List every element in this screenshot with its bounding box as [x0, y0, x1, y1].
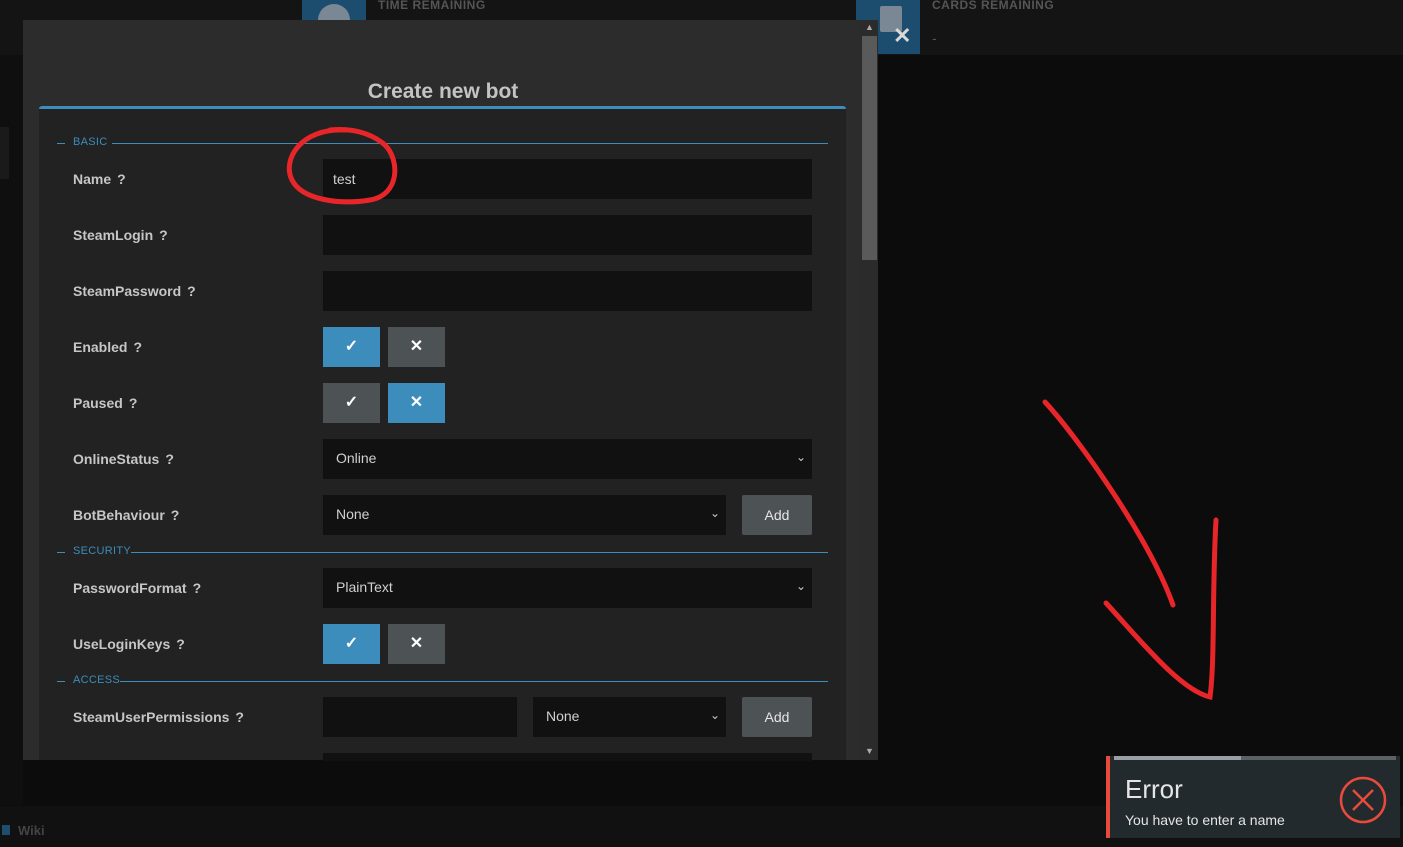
use-login-keys-label: UseLoginKeys? [73, 636, 185, 652]
bot-behaviour-label: BotBehaviour? [73, 507, 179, 523]
name-input[interactable] [323, 159, 812, 199]
steam-login-label: SteamLogin? [73, 227, 168, 243]
section-line [131, 552, 828, 553]
password-format-label-text: PasswordFormat [73, 580, 187, 596]
help-icon[interactable]: ? [193, 580, 202, 596]
use-login-keys-true-toggle[interactable]: ✓ [323, 624, 380, 664]
annotation-arrow-shaft [1042, 399, 1176, 608]
toast-progress-track [1241, 756, 1396, 760]
stat-cards-remaining: CARDS REMAINING - [856, 0, 1396, 54]
password-format-label: PasswordFormat? [73, 580, 201, 596]
next-field-input[interactable] [323, 753, 812, 761]
steam-user-permissions-label: SteamUserPermissions? [73, 709, 244, 725]
modal-title: Create new bot [367, 80, 519, 103]
use-login-keys-false-toggle[interactable]: ✕ [388, 624, 445, 664]
paused-label: Paused? [73, 395, 137, 411]
online-status-value: Online [336, 450, 377, 466]
scroll-down-icon[interactable]: ▼ [865, 746, 874, 756]
section-dash [57, 681, 65, 682]
section-dash [57, 143, 65, 144]
toast-message: You have to enter a name [1125, 812, 1285, 828]
section-access: ACCESS [57, 674, 828, 688]
section-title: ACCESS [73, 674, 121, 686]
scroll-thumb[interactable] [862, 36, 877, 260]
steam-user-permissions-value: None [546, 708, 580, 724]
steam-user-permissions-input[interactable] [323, 697, 517, 737]
section-line [120, 681, 828, 682]
help-icon[interactable]: ? [159, 227, 168, 243]
password-format-select[interactable]: PlainText ⌄ [323, 568, 812, 608]
chevron-down-icon: ⌄ [709, 506, 720, 520]
help-icon[interactable]: ? [165, 451, 174, 467]
paused-label-text: Paused [73, 395, 123, 411]
modal-scrollbar[interactable]: ▲ ▼ [861, 20, 878, 760]
error-toast[interactable]: Error You have to enter a name [1106, 756, 1400, 838]
background-left-panel [0, 55, 23, 805]
bot-behaviour-select[interactable]: None ⌄ [323, 495, 726, 535]
scroll-up-icon[interactable]: ▲ [865, 22, 874, 32]
chevron-down-icon: ⌄ [795, 450, 806, 464]
toast-title: Error [1125, 774, 1183, 804]
paused-false-toggle[interactable]: ✕ [388, 383, 445, 423]
section-title: SECURITY [73, 545, 132, 557]
enabled-label-text: Enabled [73, 339, 128, 355]
paused-true-toggle[interactable]: ✓ [323, 383, 380, 423]
chevron-down-icon: ⌄ [795, 579, 806, 593]
stat-label: CARDS REMAINING [932, 0, 1055, 12]
bot-behaviour-add-button[interactable]: Add [742, 495, 812, 535]
bot-behaviour-value: None [336, 506, 370, 522]
help-icon[interactable]: ? [117, 171, 126, 187]
enabled-true-toggle[interactable]: ✓ [323, 327, 380, 367]
steam-password-input[interactable] [323, 271, 812, 311]
toast-progress-bar [1114, 756, 1241, 760]
name-label-text: Name [73, 171, 112, 187]
help-icon[interactable]: ? [176, 636, 185, 652]
steam-user-permissions-label-text: SteamUserPermissions [73, 709, 230, 725]
bot-behaviour-label-text: BotBehaviour [73, 507, 165, 523]
enabled-label: Enabled? [73, 339, 142, 355]
steam-user-permissions-add-button[interactable]: Add [742, 697, 812, 737]
help-icon[interactable]: ? [187, 283, 196, 299]
stat-value: - [932, 30, 937, 46]
steam-login-label-text: SteamLogin [73, 227, 154, 243]
name-label: Name? [73, 171, 126, 187]
close-icon[interactable]: ✕ [893, 25, 911, 47]
use-login-keys-label-text: UseLoginKeys [73, 636, 171, 652]
chevron-down-icon: ⌄ [709, 708, 720, 722]
steam-password-label: SteamPassword? [73, 283, 196, 299]
steam-user-permissions-select[interactable]: None ⌄ [533, 697, 726, 737]
help-icon[interactable]: ? [129, 395, 138, 411]
wiki-link[interactable]: Wiki [18, 823, 45, 838]
help-icon[interactable]: ? [133, 339, 142, 355]
section-title: BASIC [73, 136, 108, 148]
steam-password-label-text: SteamPassword [73, 283, 182, 299]
error-circle-icon [1339, 776, 1387, 824]
section-line [112, 143, 828, 144]
left-panel-item [0, 127, 9, 179]
annotation-arrow-head [1103, 517, 1219, 701]
password-format-value: PlainText [336, 579, 393, 595]
book-icon [2, 825, 10, 835]
help-icon[interactable]: ? [235, 709, 244, 725]
steam-login-input[interactable] [323, 215, 812, 255]
online-status-label: OnlineStatus? [73, 451, 174, 467]
stat-label: TIME REMAINING [378, 0, 486, 12]
online-status-label-text: OnlineStatus [73, 451, 160, 467]
section-basic: BASIC [57, 136, 828, 150]
help-icon[interactable]: ? [171, 507, 180, 523]
section-security: SECURITY [57, 545, 828, 559]
online-status-select[interactable]: Online ⌄ [323, 439, 812, 479]
enabled-false-toggle[interactable]: ✕ [388, 327, 445, 367]
section-dash [57, 552, 65, 553]
